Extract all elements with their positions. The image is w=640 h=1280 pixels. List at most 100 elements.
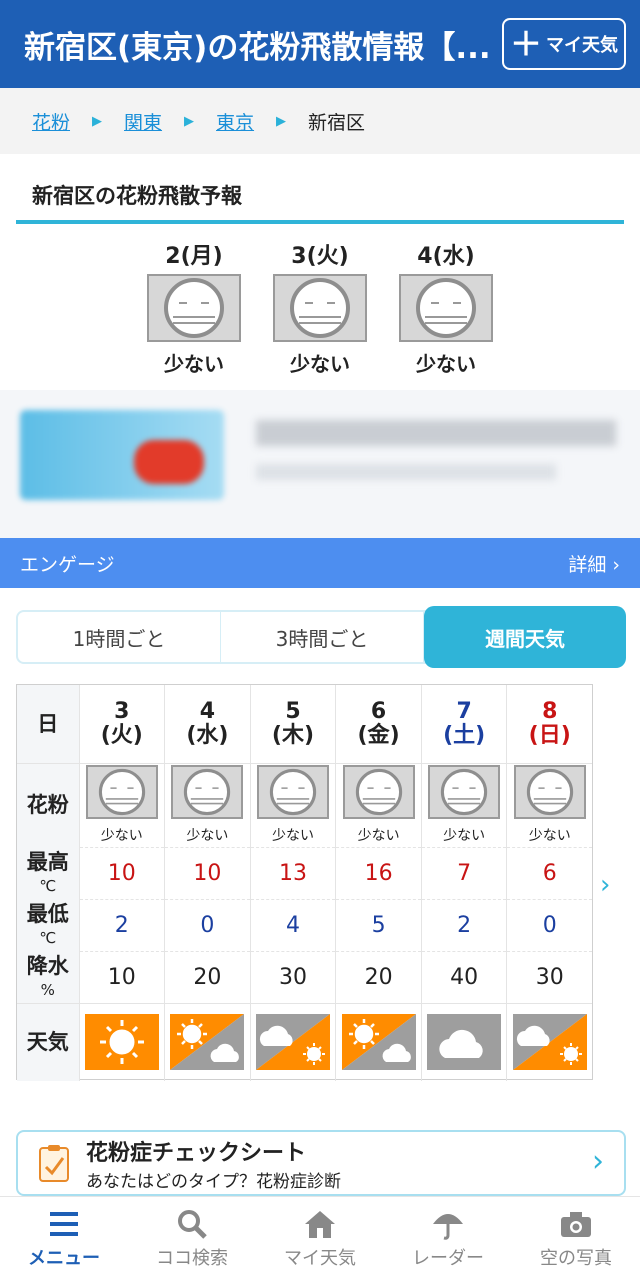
pollen-level: 少ない	[443, 828, 486, 844]
cloudy-then-sunny-icon	[512, 1014, 587, 1071]
camera-icon	[561, 1211, 591, 1237]
clipboard-check-icon	[39, 1145, 69, 1182]
tab-hourly[interactable]: 1時間ごと	[18, 612, 221, 662]
row-label-precip: 降水%	[17, 951, 79, 1003]
bottom-nav: メニュー ココ検索 マイ天気 レーダー 空の写真	[0, 1196, 640, 1280]
forecast-days: 2(月) 少ない 3(火) 少ない 4(水) 少ない	[0, 238, 640, 377]
precip-chance: 30	[249, 950, 336, 1003]
precip-chance: 30	[506, 950, 592, 1003]
forecast-level: 少ない	[416, 352, 476, 376]
check-sheet-subtitle: あなたはどのタイプ？花粉症診断	[86, 1171, 341, 1192]
high-temp: 16	[335, 846, 422, 899]
ad-detail-link[interactable]: 詳細 ›	[568, 550, 620, 577]
umbrella-icon	[433, 1213, 463, 1240]
day-number: 4	[199, 698, 216, 724]
nav-label: 空の写真	[540, 1247, 612, 1269]
scroll-right-icon[interactable]: ›	[600, 870, 610, 900]
high-temp: 7	[420, 846, 507, 899]
row-label-day: 日	[17, 685, 79, 763]
forecast-day-label: 2(月)	[165, 244, 223, 269]
pollen-face-icon	[342, 765, 415, 819]
pollen-level: 少ない	[186, 828, 229, 844]
tab-weekly[interactable]: 週間天気	[424, 606, 626, 668]
pollen-level: 少ない	[357, 828, 400, 844]
breadcrumb-arrow-icon: ▶	[276, 113, 287, 129]
forecast-day-label: 4(水)	[417, 244, 475, 269]
pollen-face-icon	[273, 274, 367, 342]
chevron-right-icon: ›	[592, 1144, 604, 1179]
ad-engage-bar[interactable]: エンゲージ 詳細 ›	[0, 538, 640, 588]
cloudy-then-sunny-icon	[255, 1014, 330, 1071]
forecast-level: 少ない	[290, 352, 350, 376]
sunny-then-cloudy-icon	[170, 1014, 245, 1071]
ad-image	[20, 410, 224, 500]
low-temp: 0	[164, 898, 251, 951]
ad-engage-label: エンゲージ	[20, 553, 115, 576]
row-label-pollen: 花粉	[17, 762, 79, 847]
breadcrumb-link-kanto[interactable]: 関東	[124, 108, 162, 135]
nav-label: ココ検索	[156, 1247, 228, 1269]
nav-label: マイ天気	[284, 1247, 356, 1269]
breadcrumb-arrow-icon: ▶	[184, 113, 195, 129]
precip-chance: 10	[78, 950, 165, 1003]
high-temp: 10	[164, 846, 251, 899]
ad-text-blurred	[256, 420, 616, 446]
nav-search[interactable]: ココ検索	[128, 1197, 256, 1280]
pollen-level: 少ない	[271, 828, 314, 844]
breadcrumb: 花粉 ▶ 関東 ▶ 東京 ▶ 新宿区	[0, 88, 640, 154]
day-number: 5	[285, 698, 301, 724]
nav-radar[interactable]: レーダー	[384, 1197, 512, 1280]
day-of-week: (金)	[357, 722, 400, 748]
breadcrumb-link-pollen[interactable]: 花粉	[32, 108, 70, 135]
day-number: 3	[114, 698, 130, 724]
low-temp: 4	[249, 898, 336, 951]
app-header: 新宿区(東京)の花粉飛散情報【... ＋ マイ天気	[0, 0, 640, 88]
pollen-level: 少ない	[528, 828, 571, 844]
day-of-week: (火)	[100, 722, 143, 748]
weekly-table: 日 3 (火) 4 (水) 5 (木) 6 (金) 7 (土) 8 (日) 花粉 少ない 少…	[16, 684, 593, 1081]
my-weather-label: マイ天気	[546, 35, 618, 56]
page-title: 新宿区(東京)の花粉飛散情報【...	[24, 29, 491, 66]
check-sheet-title: 花粉症チェックシート	[86, 1140, 307, 1166]
nav-my-weather[interactable]: マイ天気	[256, 1197, 384, 1280]
forecast-day: 4(水) 少ない	[399, 238, 493, 377]
forecast-level: 少ない	[164, 352, 224, 376]
precip-chance: 20	[335, 950, 422, 1003]
low-temp: 0	[506, 898, 592, 951]
low-temp: 5	[335, 898, 422, 951]
low-temp: 2	[78, 898, 165, 951]
pollen-face-icon	[85, 765, 158, 819]
precip-chance: 20	[164, 950, 251, 1003]
forecast-tabs: 1時間ごと 3時間ごと 週間天気	[16, 606, 626, 668]
pollen-level: 少ない	[100, 828, 143, 844]
day-of-week: (水)	[186, 722, 229, 748]
sunny-icon	[84, 1014, 159, 1071]
low-temp: 2	[420, 898, 507, 951]
add-my-weather-button[interactable]: ＋ マイ天気	[502, 18, 626, 70]
pollen-face-icon	[428, 765, 501, 819]
breadcrumb-link-tokyo[interactable]: 東京	[216, 108, 254, 135]
pollen-face-icon	[147, 274, 241, 342]
pollen-check-sheet-link[interactable]: 花粉症チェックシート あなたはどのタイプ？花粉症診断 ›	[16, 1130, 626, 1196]
nav-label: レーダー	[412, 1247, 484, 1269]
forecast-day: 3(火) 少ない	[273, 238, 367, 377]
advertisement[interactable]	[0, 390, 640, 538]
day-number: 8	[542, 698, 558, 724]
precip-chance: 40	[420, 950, 507, 1003]
high-temp: 10	[78, 846, 165, 899]
sunny-then-cloudy-icon	[341, 1014, 416, 1071]
day-number: 6	[370, 698, 387, 724]
forecast-heading: 新宿区の花粉飛散予報	[16, 176, 624, 224]
breadcrumb-arrow-icon: ▶	[92, 113, 103, 129]
row-label-high: 最高 ℃	[17, 847, 79, 899]
nav-label: メニュー	[28, 1247, 100, 1269]
forecast-day: 2(月) 少ない	[147, 238, 241, 377]
tab-3-hourly[interactable]: 3時間ごと	[221, 612, 424, 662]
pollen-face-icon	[399, 274, 493, 342]
pollen-face-icon	[171, 765, 244, 819]
nav-menu[interactable]: メニュー	[0, 1197, 128, 1280]
nav-sky-photos[interactable]: 空の写真	[512, 1197, 640, 1280]
ad-text-blurred	[256, 464, 556, 480]
cloudy-icon	[427, 1014, 502, 1071]
day-of-week: (日)	[528, 722, 571, 748]
